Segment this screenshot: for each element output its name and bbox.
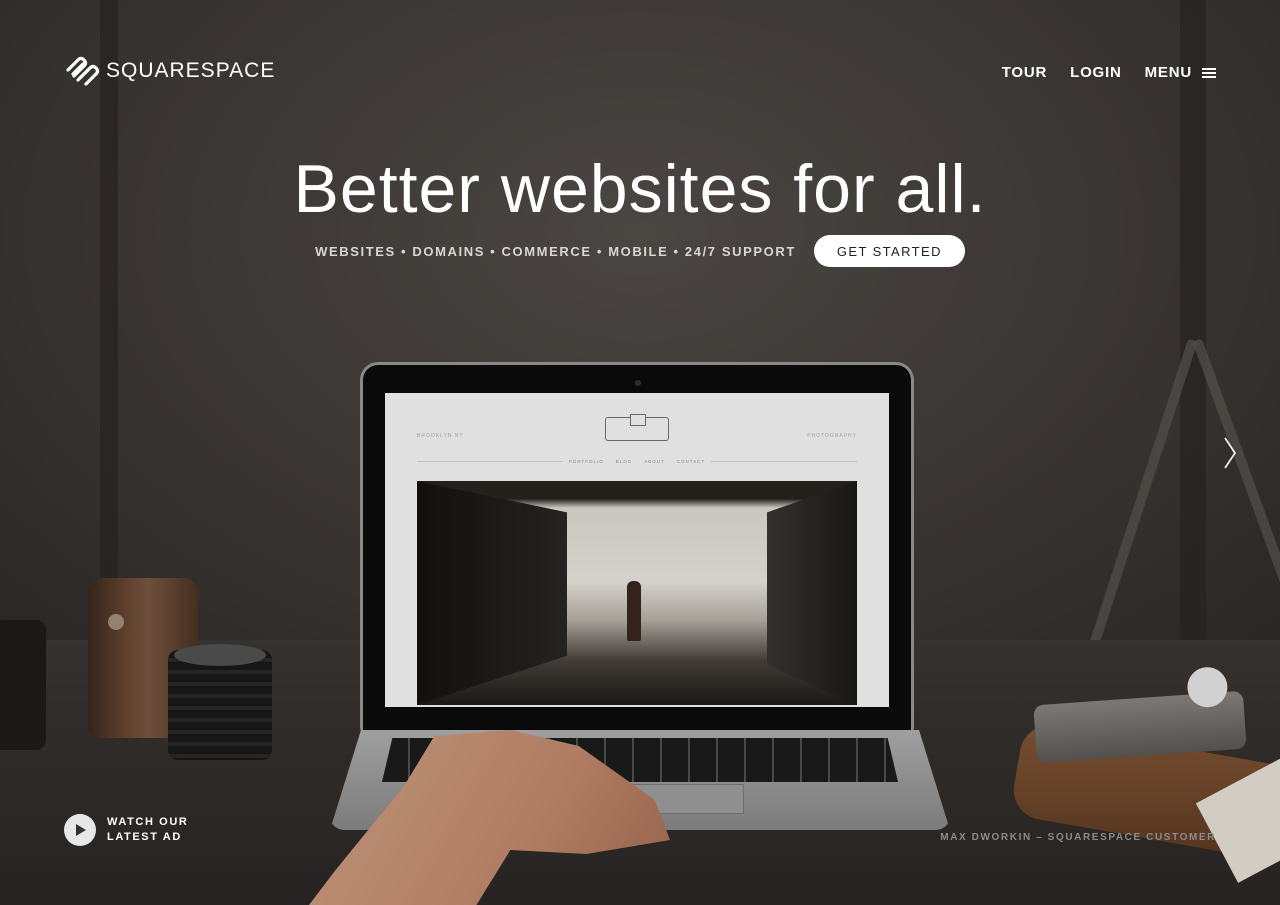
get-started-button[interactable]: GET STARTED <box>813 235 965 267</box>
photo-credit: MAX DWORKIN – SQUARESPACE CUSTOMER <box>940 832 1216 843</box>
top-nav: TOUR LOGIN MENU <box>979 64 1216 81</box>
brand-name: SQUARESPACE <box>106 59 276 82</box>
squarespace-knot-icon <box>66 56 100 86</box>
watch-latest-ad-button[interactable]: WATCH OUR LATEST AD <box>64 814 188 846</box>
hero-tagline-row: WEBSITES • DOMAINS • COMMERCE • MOBILE •… <box>0 235 1280 267</box>
nav-tour-link[interactable]: TOUR <box>1002 64 1047 81</box>
hamburger-menu-icon <box>1202 67 1216 78</box>
nav-login-link[interactable]: LOGIN <box>1070 64 1122 81</box>
hero-tagline: WEBSITES • DOMAINS • COMMERCE • MOBILE •… <box>315 243 796 259</box>
watch-ad-line1: WATCH OUR <box>107 816 189 828</box>
watch-ad-label: WATCH OUR LATEST AD <box>107 815 188 845</box>
hero-headline: Better websites for all. <box>293 151 987 227</box>
brand-logo[interactable]: SQUARESPACE <box>64 56 275 86</box>
watch-ad-line2: LATEST AD <box>107 831 182 843</box>
menu-label: MENU <box>1144 64 1192 81</box>
chevron-right-icon[interactable] <box>1222 436 1238 470</box>
nav-menu-button[interactable]: MENU <box>1145 64 1216 81</box>
play-icon <box>64 814 96 846</box>
hero-background-photo: BROOKLYN NY PHOTOGRAPHY PORTFOLIO BLOG ABO… <box>0 0 1280 905</box>
